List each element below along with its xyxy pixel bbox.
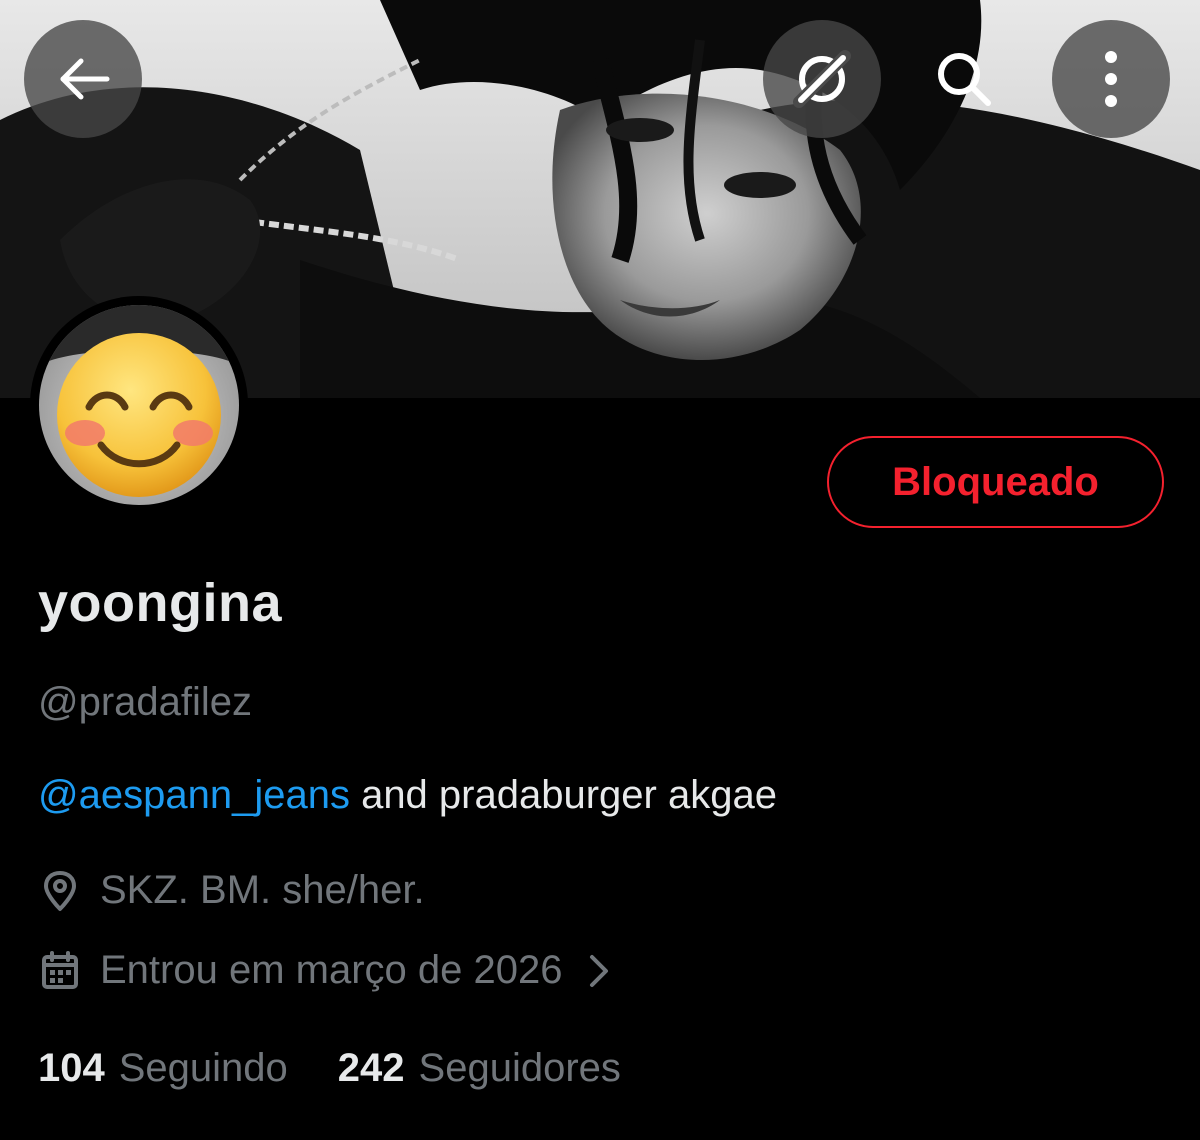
followers-link[interactable]: 242 Seguidores	[338, 1046, 621, 1091]
back-button[interactable]	[24, 20, 142, 138]
profile-bio: @aespann_jeans and pradaburger akgae	[38, 773, 777, 818]
following-link[interactable]: 104 Seguindo	[38, 1046, 288, 1091]
profile-avatar[interactable]	[30, 296, 248, 514]
grok-button[interactable]	[763, 20, 881, 138]
grok-slash-icon	[793, 50, 851, 108]
bio-mention-link[interactable]: @aespann_jeans	[38, 773, 350, 817]
follow-stats: 104 Seguindo 242 Seguidores	[38, 1046, 671, 1091]
chevron-right-icon	[588, 953, 610, 989]
followers-label: Seguidores	[418, 1046, 621, 1090]
more-vertical-icon	[1105, 51, 1117, 107]
search-icon	[938, 53, 991, 106]
location-pin-icon	[38, 869, 82, 913]
arrow-left-icon	[60, 58, 110, 100]
more-options-button[interactable]	[1052, 20, 1170, 138]
joined-date-row[interactable]: Entrou em março de 2026	[38, 948, 610, 993]
user-handle: @pradafilez	[38, 680, 253, 724]
joined-date-text: Entrou em março de 2026	[100, 948, 563, 992]
search-button[interactable]	[905, 20, 1023, 138]
following-count: 104	[38, 1046, 105, 1090]
location-text: SKZ. BM. she/her.	[100, 868, 425, 912]
followers-count: 242	[337, 1046, 405, 1090]
bio-text: and pradaburger akgae	[349, 773, 777, 817]
display-name: yoongina	[38, 573, 282, 633]
blocked-button[interactable]: Bloqueado	[827, 436, 1164, 528]
smiling-face-emoji-icon	[39, 305, 239, 497]
following-label: Seguindo	[118, 1046, 288, 1090]
avatar-photo	[39, 305, 239, 505]
location-row: SKZ. BM. she/her.	[38, 868, 425, 913]
calendar-icon	[38, 949, 82, 993]
